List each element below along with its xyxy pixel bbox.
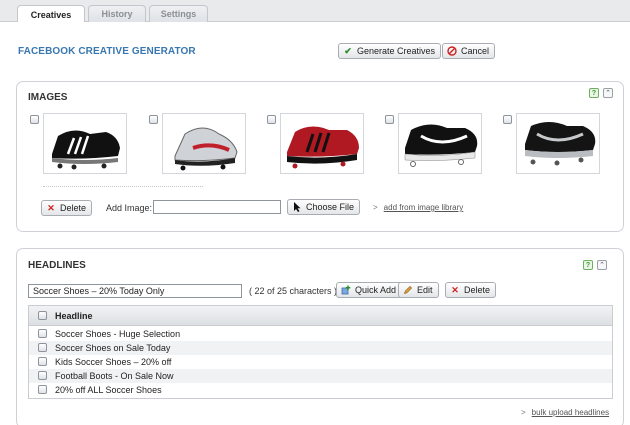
headline-input[interactable] — [28, 284, 242, 298]
choose-file-button[interactable]: Choose File — [287, 199, 361, 215]
cancel-label: Cancel — [461, 46, 490, 56]
delete-headline-button[interactable]: ✕ Delete — [445, 282, 497, 298]
thumbnail-puma-black-silver-boot[interactable] — [516, 113, 600, 174]
add-image-label: Add Image: — [106, 203, 153, 213]
thumbnail-adidas-black-boot[interactable] — [43, 113, 127, 174]
headline-text: 20% off ALL Soccer Shoes — [55, 385, 162, 395]
select-all-checkbox[interactable] — [38, 311, 47, 320]
check-icon: ✔ — [344, 45, 352, 56]
add-from-library-link[interactable]: add from image library — [384, 203, 464, 212]
headline-text: Soccer Shoes - Huge Selection — [55, 329, 181, 339]
bulk-upload-headlines-link[interactable]: bulk upload headlines — [532, 408, 609, 417]
generate-creatives-label: Generate Creatives — [357, 46, 436, 56]
page-title: FACEBOOK CREATIVE GENERATOR — [18, 46, 196, 57]
image-library-link-wrap: > add from image library — [373, 203, 463, 212]
tab-bar: Creatives History Settings — [0, 0, 630, 23]
quick-add-icon — [341, 285, 351, 295]
file-path-input[interactable] — [153, 200, 281, 214]
thumbnail-puma-black-white-boot[interactable] — [398, 113, 482, 174]
delete-headline-label: Delete — [464, 285, 491, 295]
images-panel: IMAGES ? ⌃ ✕ Delete Add Image: Choose Fi… — [16, 81, 624, 232]
row-checkbox[interactable] — [38, 385, 47, 394]
table-row[interactable]: Football Boots - On Sale Now — [29, 369, 612, 383]
thumbnail-adidas-red-black-boot[interactable] — [280, 113, 364, 174]
bulk-upload-link-wrap: > bulk upload headlines — [521, 408, 609, 417]
delete-image-label: Delete — [60, 203, 87, 213]
image-checkbox-2[interactable] — [149, 115, 158, 124]
row-checkbox[interactable] — [38, 371, 47, 380]
table-row[interactable]: Soccer Shoes on Sale Today — [29, 341, 612, 355]
image-checkbox-1[interactable] — [30, 115, 39, 124]
tab-history[interactable]: History — [88, 5, 146, 22]
cursor-icon — [292, 202, 302, 212]
collapse-icon[interactable]: ⌃ — [597, 260, 607, 270]
tab-settings[interactable]: Settings — [149, 5, 208, 22]
close-icon: ✕ — [451, 284, 459, 295]
table-header: Headline — [29, 306, 612, 326]
table-row[interactable]: 20% off ALL Soccer Shoes — [29, 383, 612, 397]
collapse-icon[interactable]: ⌃ — [603, 88, 613, 98]
quick-add-label: Quick Add — [355, 285, 397, 295]
headline-text: Soccer Shoes on Sale Today — [55, 343, 171, 353]
table-row[interactable]: Soccer Shoes - Huge Selection — [29, 327, 612, 341]
row-checkbox[interactable] — [38, 329, 47, 338]
headline-text: Football Boots - On Sale Now — [55, 371, 174, 381]
character-count: ( 22 of 25 characters ) — [249, 286, 338, 296]
pencil-icon — [403, 285, 413, 295]
image-checkbox-5[interactable] — [503, 115, 512, 124]
edit-label: Edit — [417, 285, 433, 295]
divider — [43, 186, 203, 187]
headlines-table: Headline Soccer Shoes - Huge Selection S… — [28, 305, 613, 399]
table-row[interactable]: Kids Soccer Shoes – 20% off — [29, 355, 612, 369]
row-checkbox[interactable] — [38, 357, 47, 366]
help-icon[interactable]: ? — [589, 88, 599, 98]
choose-file-label: Choose File — [306, 202, 355, 212]
generate-creatives-button[interactable]: ✔ Generate Creatives — [338, 43, 442, 59]
help-icon[interactable]: ? — [583, 260, 593, 270]
close-icon: ✕ — [47, 202, 55, 213]
image-checkbox-3[interactable] — [267, 115, 276, 124]
row-checkbox[interactable] — [38, 343, 47, 352]
thumbnail-nike-silver-red-boot[interactable] — [162, 113, 246, 174]
column-header-headline: Headline — [55, 311, 93, 321]
headlines-panel: HEADLINES ? ⌃ ( 22 of 25 characters ) Qu… — [16, 248, 624, 425]
headline-text: Kids Soccer Shoes – 20% off — [55, 357, 172, 367]
cancel-icon — [447, 46, 457, 56]
tab-creatives[interactable]: Creatives — [17, 5, 85, 23]
delete-image-button[interactable]: ✕ Delete — [41, 200, 93, 216]
arrow-icon: > — [373, 203, 378, 212]
cancel-button[interactable]: Cancel — [442, 43, 496, 59]
headlines-title: HEADLINES — [28, 260, 86, 271]
edit-button[interactable]: Edit — [398, 282, 439, 298]
quick-add-button[interactable]: Quick Add — [336, 282, 403, 298]
main-content: FACEBOOK CREATIVE GENERATOR ✔ Generate C… — [0, 22, 630, 425]
arrow-icon: > — [521, 408, 526, 417]
image-checkbox-4[interactable] — [385, 115, 394, 124]
images-title: IMAGES — [28, 92, 68, 103]
